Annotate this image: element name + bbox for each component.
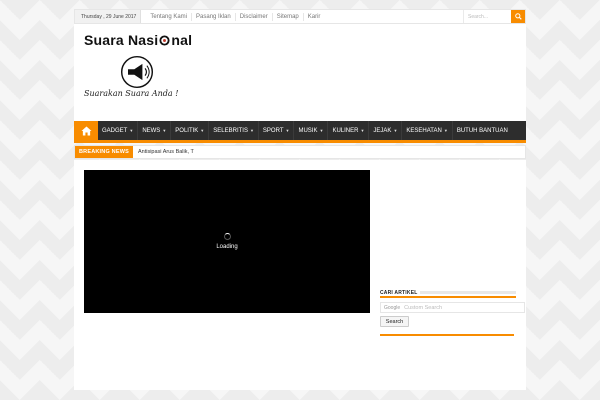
caret-down-icon: ▼ bbox=[360, 128, 365, 133]
search-widget: CARI ARTIKEL Google Custom Search Search bbox=[380, 290, 525, 336]
top-link-pasang-iklan[interactable]: Pasang Iklan bbox=[192, 12, 236, 21]
logo-text: Suara Nasi nal bbox=[84, 32, 192, 48]
nav-items: GADGET ▼ NEWS ▼ POLITIK ▼ SELEBRITIS ▼ SPORT… bbox=[98, 121, 512, 140]
logo-text-part-2: nal bbox=[171, 32, 193, 48]
caret-down-icon: ▼ bbox=[393, 128, 398, 133]
nav-item-label: SELEBRITIS bbox=[213, 127, 248, 134]
nav-item-musik[interactable]: MUSIK ▼ bbox=[294, 121, 329, 140]
nav-item-kesehatan[interactable]: KESEHATAN ▼ bbox=[402, 121, 453, 140]
breaking-news-headline[interactable]: Antisipasi Arus Balik, T bbox=[138, 149, 194, 155]
top-search-button[interactable] bbox=[511, 10, 525, 23]
top-bar: Thursday , 29 June 2017 Tentang Kami Pas… bbox=[74, 9, 526, 24]
logo-text-part-1: Suara Nasi bbox=[84, 32, 159, 48]
caret-down-icon: ▼ bbox=[162, 128, 167, 133]
nav-item-label: POLITIK bbox=[175, 127, 199, 134]
nav-item-politik[interactable]: POLITIK ▼ bbox=[171, 121, 210, 140]
site-logo[interactable]: Suara Nasi nal Suarakan Suara Anda ! bbox=[84, 32, 264, 117]
nav-item-label: KESEHATAN bbox=[406, 127, 442, 134]
nav-item-label: MUSIK bbox=[298, 127, 318, 134]
widget-bottom-border bbox=[380, 334, 514, 336]
nav-item-label: BUTUH BANTUAN bbox=[456, 127, 508, 134]
caret-down-icon: ▼ bbox=[319, 128, 324, 133]
widget-header: CARI ARTIKEL bbox=[380, 290, 516, 298]
top-link-tentang-kami[interactable]: Tentang Kami bbox=[146, 12, 193, 21]
caret-down-icon: ▼ bbox=[285, 128, 290, 133]
nav-item-sport[interactable]: SPORT ▼ bbox=[259, 121, 295, 140]
custom-search-input[interactable]: Google Custom Search bbox=[380, 302, 525, 313]
breaking-news-bar: BREAKING NEWS Antisipasi Arus Balik, T bbox=[74, 145, 526, 159]
custom-search-placeholder: Custom Search bbox=[404, 304, 443, 311]
widget-divider bbox=[419, 291, 516, 294]
loading-text: Loading bbox=[216, 244, 238, 250]
logo-tagline: Suarakan Suara Anda ! bbox=[84, 89, 179, 98]
top-link-sitemap[interactable]: Sitemap bbox=[273, 12, 304, 21]
site-header: Suara Nasi nal Suarakan Suara Anda ! bbox=[74, 24, 526, 122]
top-link-karir[interactable]: Karir bbox=[304, 13, 325, 21]
top-search-input[interactable]: Search... bbox=[463, 10, 511, 23]
home-icon bbox=[81, 125, 91, 136]
nav-item-butuh-bantuan[interactable]: BUTUH BANTUAN bbox=[453, 121, 512, 140]
nav-item-label: GADGET bbox=[102, 127, 128, 134]
nav-home-button[interactable] bbox=[74, 121, 98, 140]
breaking-news-label: BREAKING NEWS bbox=[75, 146, 133, 158]
caret-down-icon: ▼ bbox=[200, 128, 205, 133]
search-button[interactable]: Search bbox=[380, 316, 409, 327]
logo-o-icon bbox=[159, 35, 170, 46]
nav-item-label: KULINER bbox=[332, 127, 359, 134]
widget-title: CARI ARTIKEL bbox=[380, 290, 420, 296]
loading-spinner-icon bbox=[223, 233, 231, 240]
caret-down-icon: ▼ bbox=[443, 128, 448, 133]
video-player[interactable]: Loading bbox=[84, 170, 370, 313]
current-date: Thursday , 29 June 2017 bbox=[75, 10, 142, 23]
top-links: Tentang Kami Pasang Iklan Disclaimer Sit… bbox=[146, 12, 325, 21]
caret-down-icon: ▼ bbox=[249, 128, 254, 133]
nav-item-selebritis[interactable]: SELEBRITIS ▼ bbox=[209, 121, 259, 140]
nav-item-label: JEJAK bbox=[373, 127, 392, 134]
nav-item-gadget[interactable]: GADGET ▼ bbox=[98, 121, 139, 140]
nav-item-label: SPORT bbox=[262, 127, 284, 134]
google-label: Google bbox=[384, 304, 401, 311]
nav-item-kuliner[interactable]: KULINER ▼ bbox=[328, 121, 370, 140]
main-nav: GADGET ▼ NEWS ▼ POLITIK ▼ SELEBRITIS ▼ SPORT… bbox=[74, 121, 526, 143]
caret-down-icon: ▼ bbox=[129, 128, 134, 133]
nav-item-label: NEWS bbox=[142, 127, 161, 134]
megaphone-icon bbox=[120, 55, 154, 89]
main-content: Loading CARI ARTIKEL Google Custom Searc… bbox=[74, 160, 526, 390]
search-icon bbox=[514, 13, 522, 20]
nav-item-jejak[interactable]: JEJAK ▼ bbox=[369, 121, 403, 140]
nav-item-news[interactable]: NEWS ▼ bbox=[138, 121, 172, 140]
top-search: Search... bbox=[463, 10, 525, 23]
top-link-disclaimer[interactable]: Disclaimer bbox=[236, 12, 273, 21]
